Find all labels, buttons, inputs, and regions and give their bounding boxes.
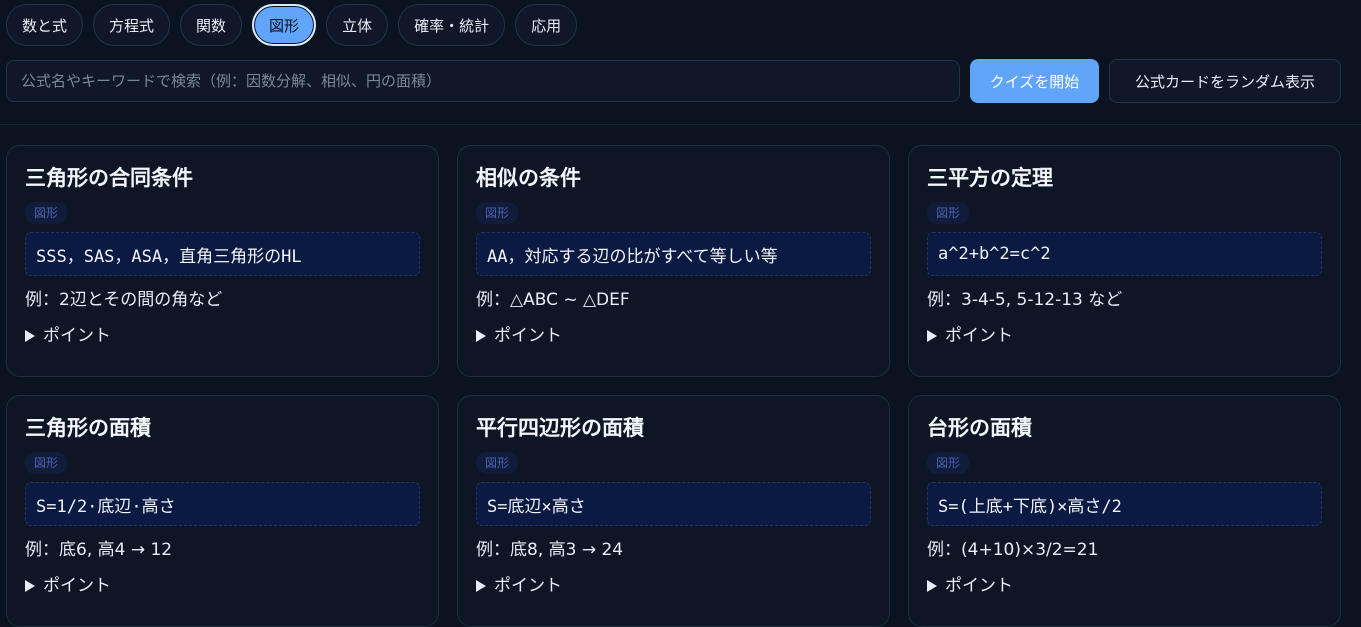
- example-text: 例：△ABC ~ △DEF: [476, 290, 630, 310]
- point-toggle[interactable]: ポイント: [927, 574, 1322, 598]
- triangle-right-icon: [927, 330, 937, 342]
- formula-card: 台形の面積 図形 S=(上底+下底)×高さ/2 例：(4+10)×3/2=21 …: [908, 395, 1341, 627]
- triangle-right-icon: [476, 580, 486, 592]
- category-tag: 図形: [927, 452, 970, 474]
- card-title: 三平方の定理: [927, 166, 1053, 190]
- divider: [0, 124, 1361, 125]
- triangle-right-icon: [476, 330, 486, 342]
- formula-box: SSS，SAS，ASA，直角三角形のHL: [25, 232, 420, 276]
- example-text: 例：底8, 高3 → 24: [476, 540, 624, 560]
- triangle-right-icon: [927, 580, 937, 592]
- formula-card: 三角形の合同条件 図形 SSS，SAS，ASA，直角三角形のHL 例：2辺とその…: [6, 145, 439, 377]
- formula-card: 相似の条件 図形 AA，対応する辺の比がすべて等しい等 例：△ABC ~ △DE…: [457, 145, 890, 377]
- formula-box: S=1/2·底辺·高さ: [25, 482, 420, 526]
- formula-box: S=底辺×高さ: [476, 482, 871, 526]
- example-text: 例：2辺とその間の角など: [25, 290, 223, 310]
- formula-card-grid: 三角形の合同条件 図形 SSS，SAS，ASA，直角三角形のHL 例：2辺とその…: [6, 145, 1341, 627]
- category-tabs: 数と式 方程式 関数 図形 立体 確率・統計 応用: [6, 4, 578, 46]
- point-label: ポイント: [494, 326, 562, 346]
- tab-solids[interactable]: 立体: [326, 4, 389, 46]
- formula-box: AA，対応する辺の比がすべて等しい等: [476, 232, 871, 276]
- tab-numbers-expressions[interactable]: 数と式: [6, 4, 84, 46]
- example-text: 例：(4+10)×3/2=21: [927, 540, 1099, 560]
- search-input[interactable]: [6, 60, 960, 102]
- point-label: ポイント: [945, 576, 1013, 596]
- formula-box: a^2+b^2=c^2: [927, 232, 1322, 276]
- card-title: 台形の面積: [927, 416, 1032, 440]
- formula-card: 三角形の面積 図形 S=1/2·底辺·高さ 例：底6, 高4 → 12 ポイント: [6, 395, 439, 627]
- tab-applications[interactable]: 応用: [515, 4, 578, 46]
- triangle-right-icon: [25, 330, 35, 342]
- category-tag: 図形: [927, 202, 970, 224]
- search-toolbar: クイズを開始 公式カードをランダム表示: [6, 59, 1341, 103]
- formula-box: S=(上底+下底)×高さ/2: [927, 482, 1322, 526]
- point-label: ポイント: [945, 326, 1013, 346]
- card-title: 平行四辺形の面積: [476, 416, 644, 440]
- category-tag: 図形: [476, 452, 519, 474]
- point-toggle[interactable]: ポイント: [927, 324, 1322, 348]
- point-toggle[interactable]: ポイント: [476, 574, 871, 598]
- point-label: ポイント: [43, 326, 111, 346]
- tab-functions[interactable]: 関数: [180, 4, 243, 46]
- category-tag: 図形: [476, 202, 519, 224]
- category-tag: 図形: [25, 452, 68, 474]
- tab-equations[interactable]: 方程式: [93, 4, 171, 46]
- card-title: 相似の条件: [476, 166, 581, 190]
- card-title: 三角形の面積: [25, 416, 151, 440]
- point-label: ポイント: [494, 576, 562, 596]
- example-text: 例：底6, 高4 → 12: [25, 540, 173, 560]
- tab-probability-statistics[interactable]: 確率・統計: [398, 4, 506, 46]
- formula-card: 平行四辺形の面積 図形 S=底辺×高さ 例：底8, 高3 → 24 ポイント: [457, 395, 890, 627]
- point-label: ポイント: [43, 576, 111, 596]
- random-card-button[interactable]: 公式カードをランダム表示: [1109, 59, 1341, 103]
- tab-geometry[interactable]: 図形: [252, 4, 317, 46]
- category-tag: 図形: [25, 202, 68, 224]
- card-title: 三角形の合同条件: [25, 166, 193, 190]
- point-toggle[interactable]: ポイント: [476, 324, 871, 348]
- start-quiz-button[interactable]: クイズを開始: [970, 59, 1099, 103]
- example-text: 例：3-4-5, 5-12-13 など: [927, 290, 1123, 310]
- triangle-right-icon: [25, 580, 35, 592]
- formula-card: 三平方の定理 図形 a^2+b^2=c^2 例：3-4-5, 5-12-13 な…: [908, 145, 1341, 377]
- point-toggle[interactable]: ポイント: [25, 574, 420, 598]
- point-toggle[interactable]: ポイント: [25, 324, 420, 348]
